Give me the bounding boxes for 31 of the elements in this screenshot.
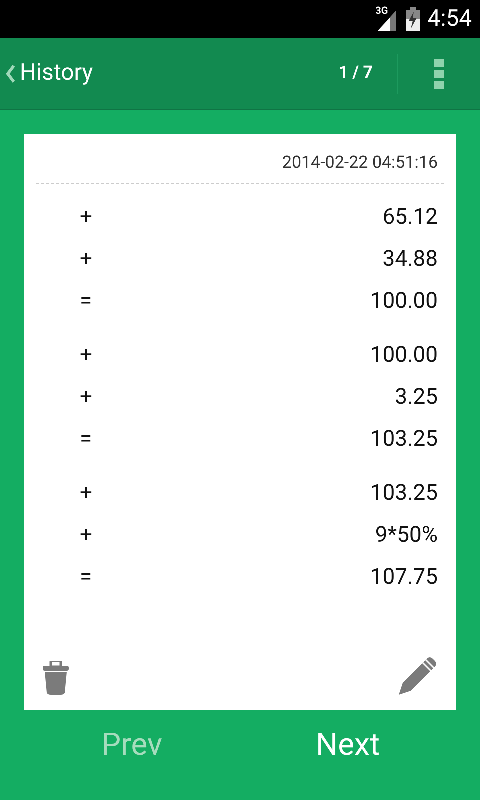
trash-icon	[43, 661, 69, 695]
clock: 4:54	[428, 4, 472, 34]
operand-value: 100.00	[370, 288, 438, 316]
operator: =	[80, 564, 92, 592]
operator: +	[80, 342, 92, 370]
operand-value: 3.25	[395, 384, 438, 412]
timestamp: 2014-02-22 04:51:16	[282, 152, 438, 175]
operand-value: 103.25	[370, 426, 438, 454]
next-button[interactable]: Next	[240, 710, 480, 780]
network-label: 3G	[376, 7, 388, 17]
operator: +	[80, 246, 92, 274]
operand-value: 9*50%	[375, 522, 438, 550]
operator: =	[80, 426, 92, 454]
operand-value: 34.88	[382, 246, 438, 274]
edit-button[interactable]	[399, 657, 437, 695]
menu-icon	[434, 58, 444, 88]
back-button[interactable]: History	[0, 38, 94, 109]
back-chevron-icon	[6, 64, 16, 82]
operand-value: 100.00	[370, 342, 438, 370]
pencil-icon	[399, 657, 437, 695]
operator: =	[80, 288, 92, 316]
operator: +	[80, 384, 92, 412]
operator: +	[80, 522, 92, 550]
operator: +	[80, 480, 92, 508]
operand-value: 103.25	[370, 480, 438, 508]
delete-button[interactable]	[43, 661, 69, 695]
page-counter: 1 / 7	[338, 62, 373, 85]
operand-value: 107.75	[370, 564, 438, 592]
operand-value: 65.12	[382, 204, 438, 232]
battery-icon	[406, 7, 420, 31]
operator: +	[80, 204, 92, 232]
